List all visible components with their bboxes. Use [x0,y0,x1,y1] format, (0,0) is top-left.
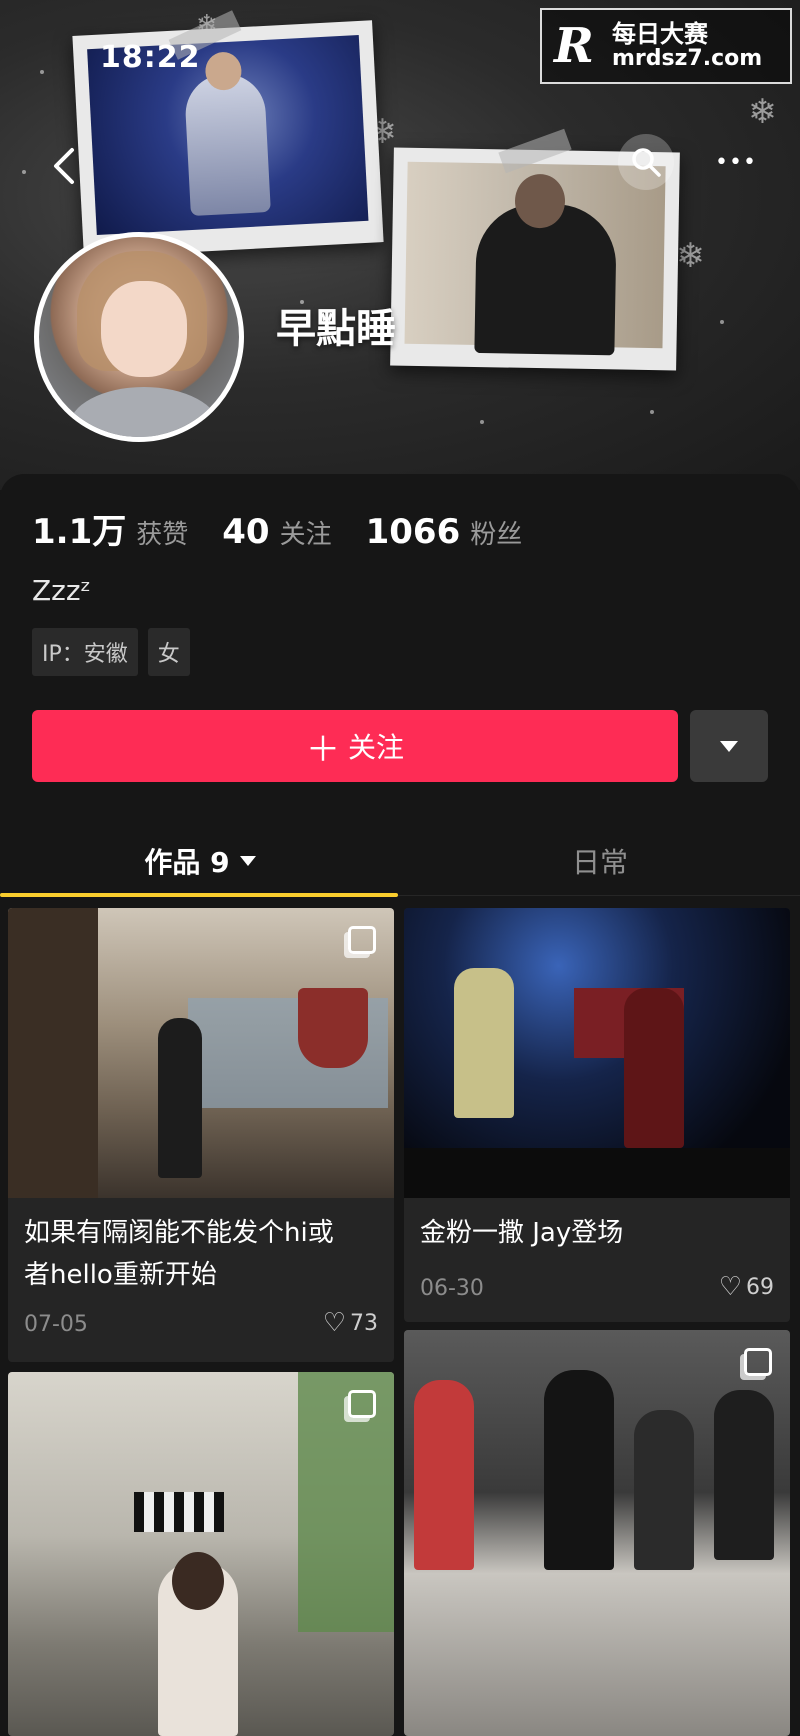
heart-icon: ♡ [322,1308,346,1338]
post-likes: ♡ 69 [718,1272,774,1302]
tab-works-label: 作品 9 [144,845,230,879]
stat-likes-label: 获赞 [136,520,189,550]
nickname: 早點睡 [276,306,396,352]
search-button[interactable] [618,134,674,190]
post-date: 06-30 [420,1276,484,1301]
post-title: 如果有隔阂能不能发个hi或 者hello重新开始 [24,1218,334,1290]
post-likes: ♡ 73 [322,1308,378,1338]
watermark-url: mrdsz7.com [612,46,763,72]
bio-text: Zzzᶻ [32,574,91,607]
follow-label: 关注 [347,731,404,764]
stat-likes-value: 1.1万 [32,512,127,552]
search-icon [632,148,661,177]
stat-likes: 1.1万 获赞 [32,504,188,553]
avatar[interactable] [34,232,244,442]
watermark-logo: R 每日大赛 mrdsz7.com [540,8,792,84]
post-card[interactable]: 如果有隔阂能不能发个hi或 者hello重新开始 07-05 ♡ 73 [8,908,394,1362]
snowflake-icon: ❄ [748,92,777,132]
post-card[interactable] [404,1330,790,1736]
stat-following-label: 关注 [279,520,332,550]
post-thumbnail [404,908,790,1198]
watermark-name: 每日大赛 [612,19,708,48]
post-title: 金粉一撒 Jay登场 [420,1218,624,1248]
more-dots-icon: ••• [715,149,757,175]
tab-active-indicator [0,893,398,897]
stat-following[interactable]: 40 关注 [222,512,331,552]
multi-image-icon [744,1348,772,1376]
watermark-mark: R [554,18,594,74]
more-button[interactable]: ••• [712,142,760,182]
snowflake-icon: ❄ [676,236,705,276]
back-button[interactable] [44,140,84,192]
post-thumbnail [8,908,394,1198]
recommend-dropdown-button[interactable] [690,710,768,782]
post-thumbnail [404,1330,790,1736]
post-date: 07-05 [24,1312,88,1337]
chevron-left-icon [54,148,74,184]
stat-followers-value: 1066 [365,512,461,552]
post-card[interactable]: 金粉一撒 Jay登场 06-30 ♡ 69 [404,908,790,1322]
tab-daily[interactable]: 日常 [400,826,800,895]
post-card[interactable] [8,1372,394,1736]
heart-icon: ♡ [718,1272,742,1302]
multi-image-icon [348,1390,376,1418]
profile-tags: IP：安徽 女 [32,628,200,676]
tag-gender: 女 [147,628,190,676]
stats-row: 1.1万 获赞 40 关注 1066 粉丝 [32,504,556,553]
caret-down-icon [239,855,256,866]
status-time: 18:22 [100,40,201,75]
multi-image-icon [348,926,376,954]
caret-down-icon [720,740,738,752]
tab-works[interactable]: 作品 9 [0,826,400,897]
content-tabs: 作品 9 日常 [0,826,800,897]
stat-followers[interactable]: 1066 粉丝 [366,512,523,552]
stat-following-value: 40 [222,512,270,552]
tag-ip-location: IP：安徽 [32,628,138,676]
plus-icon: ＋ [305,729,340,770]
tab-daily-label: 日常 [571,845,628,879]
post-thumbnail [8,1372,394,1736]
follow-button[interactable]: ＋ 关注 [32,710,678,782]
stat-followers-label: 粉丝 [470,520,523,550]
